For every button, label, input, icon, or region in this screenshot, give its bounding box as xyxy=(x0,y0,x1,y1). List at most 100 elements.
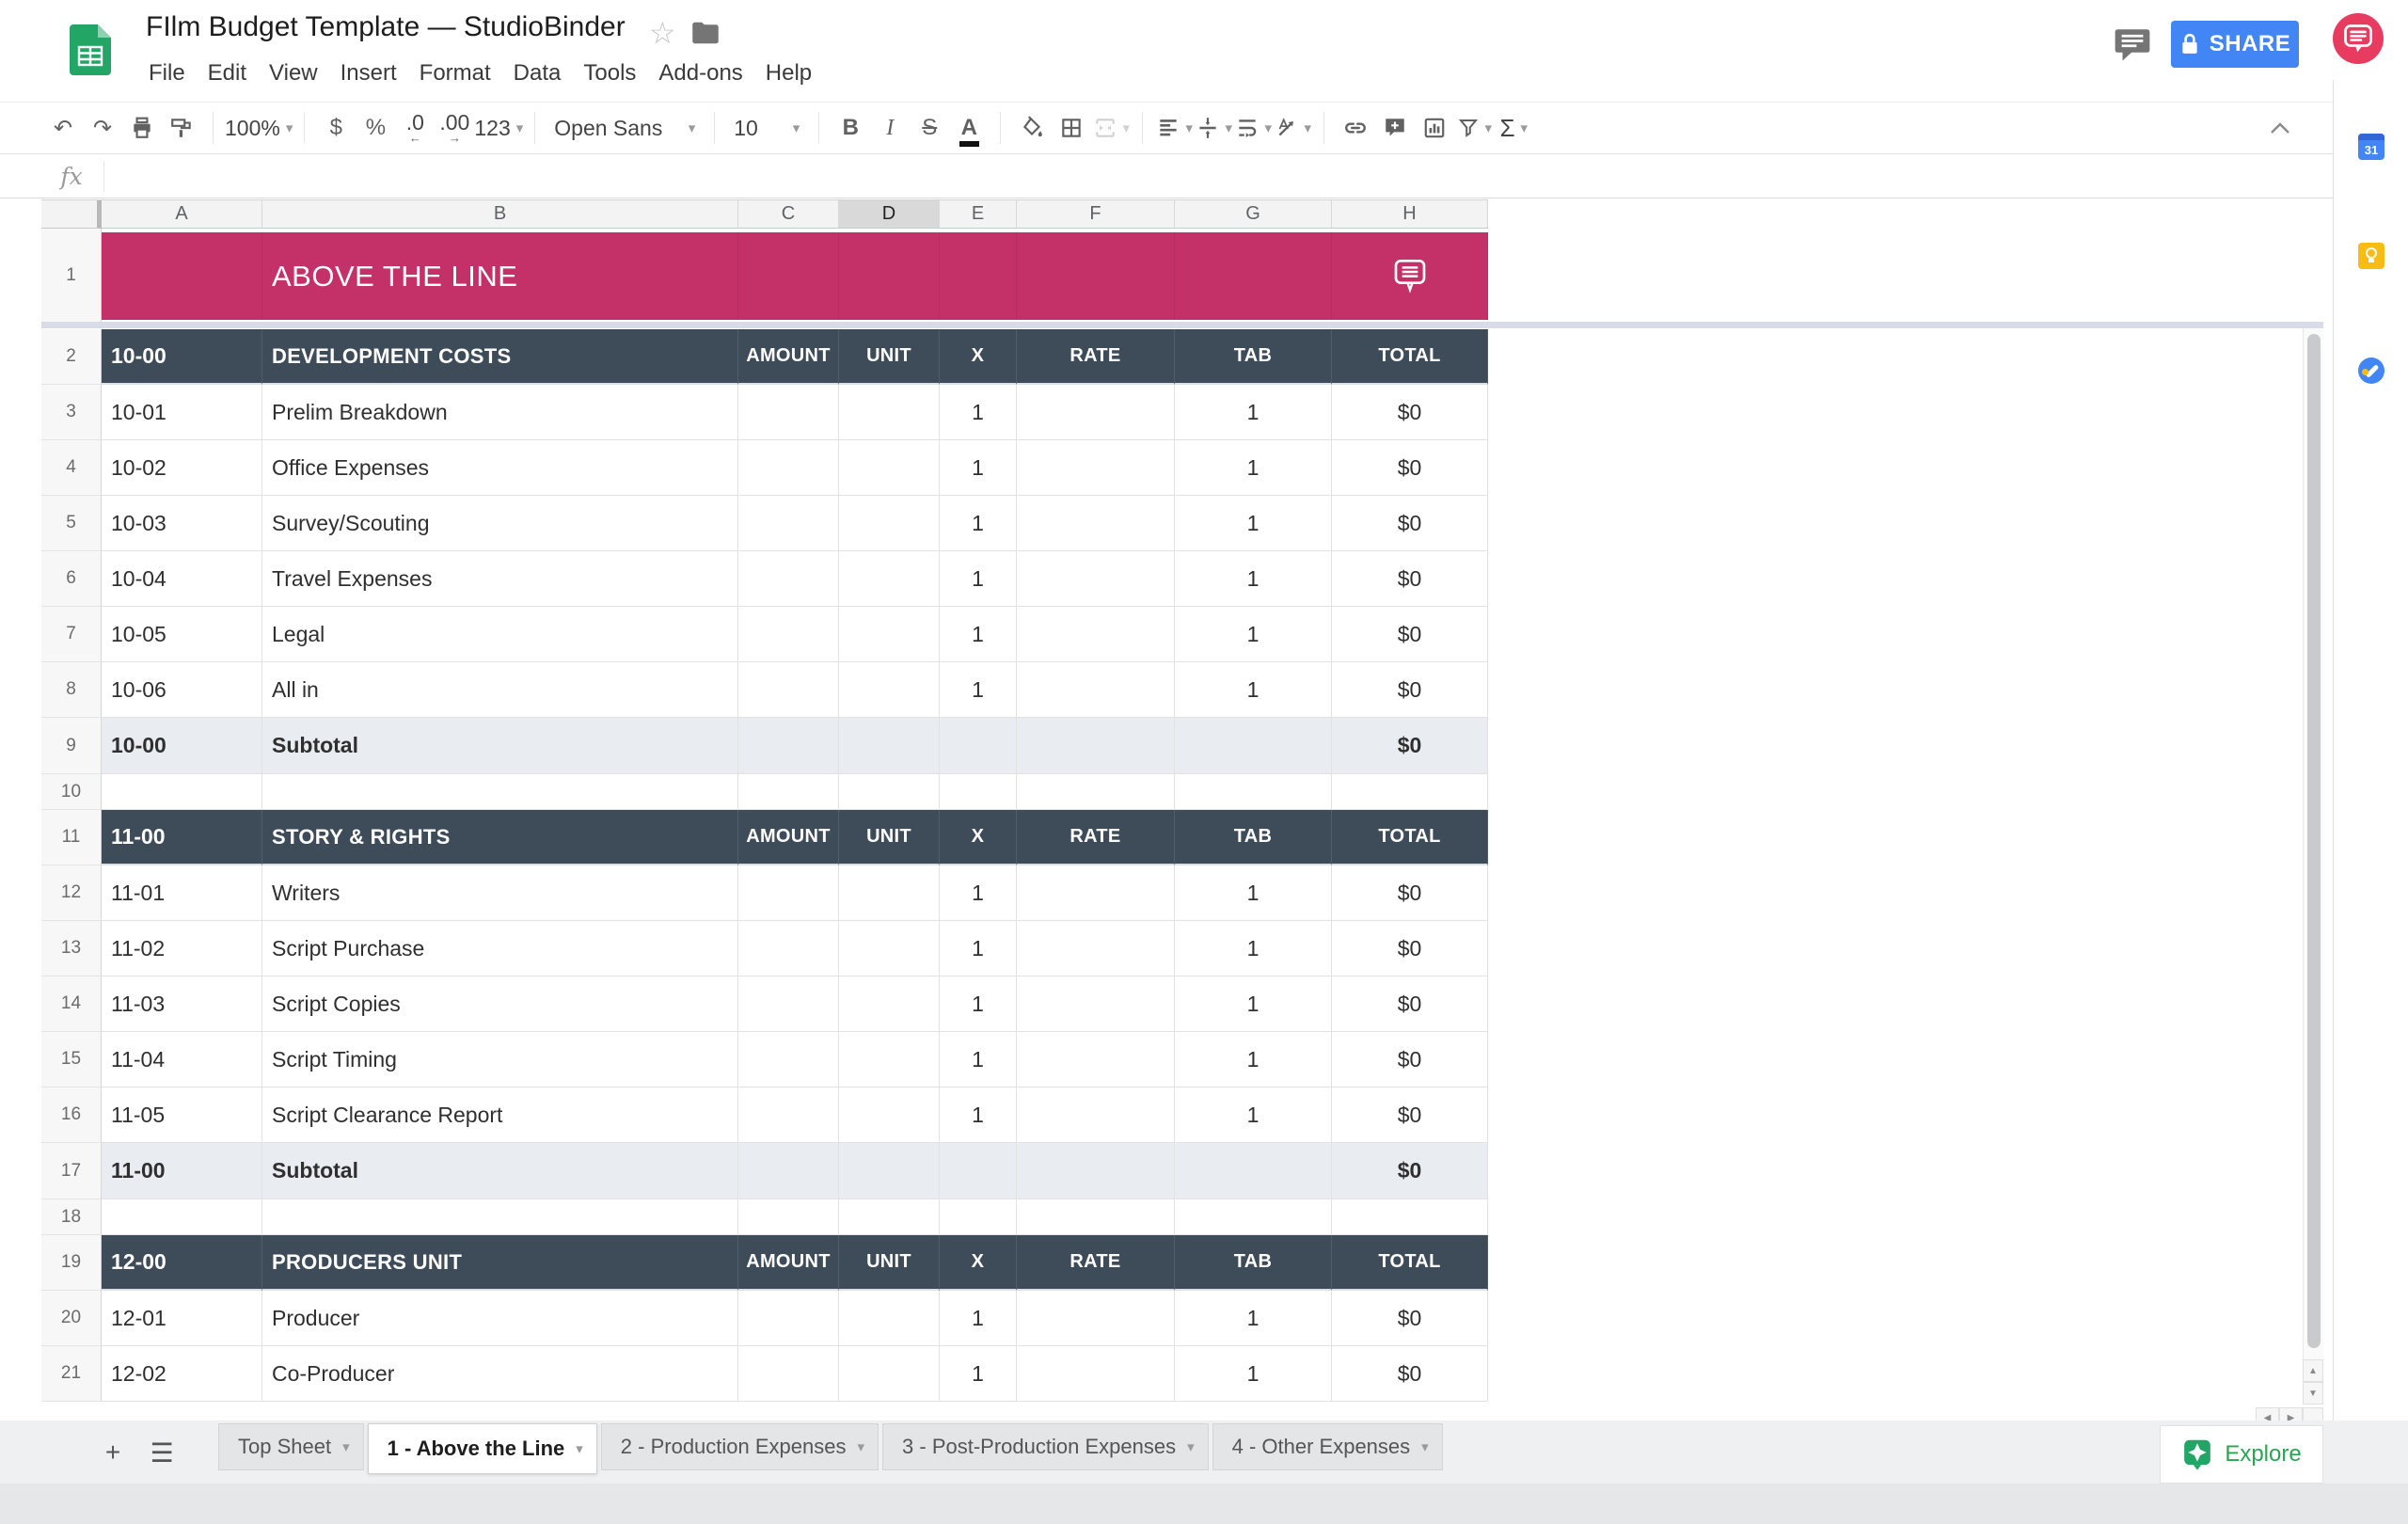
undo-button[interactable]: ↶ xyxy=(43,107,83,149)
scroll-up-button[interactable]: ▲ xyxy=(2303,1359,2323,1382)
add-sheet-button[interactable]: + xyxy=(94,1434,132,1471)
cell[interactable] xyxy=(102,232,262,320)
cell[interactable]: 1 xyxy=(1175,976,1332,1032)
cell[interactable]: 1 xyxy=(940,1087,1017,1143)
cell[interactable]: Co-Producer xyxy=(262,1346,738,1402)
cell[interactable] xyxy=(1017,865,1175,921)
cell[interactable] xyxy=(1332,774,1488,810)
format-percent-button[interactable]: % xyxy=(356,107,395,149)
formula-input[interactable] xyxy=(113,155,2314,198)
cell[interactable] xyxy=(839,551,940,607)
cell[interactable]: All in xyxy=(262,662,738,718)
vertical-align-button[interactable]: ▾ xyxy=(1194,107,1233,149)
sheet-tab-3-post-production-expenses[interactable]: 3 - Post-Production Expenses▾ xyxy=(882,1423,1209,1470)
cell[interactable]: 1 xyxy=(940,496,1017,551)
cell[interactable]: $0 xyxy=(1332,1087,1488,1143)
sheet-tab-top-sheet[interactable]: Top Sheet▾ xyxy=(218,1423,364,1470)
cell[interactable]: 1 xyxy=(1175,1087,1332,1143)
star-icon[interactable]: ☆ xyxy=(649,15,676,51)
cell[interactable] xyxy=(262,1199,738,1235)
cell[interactable]: 11-01 xyxy=(102,865,262,921)
chevron-down-icon[interactable]: ▾ xyxy=(858,1438,865,1455)
cell[interactable] xyxy=(839,1087,940,1143)
cell[interactable] xyxy=(839,232,940,320)
explore-button[interactable]: Explore xyxy=(2160,1425,2323,1484)
scroll-down-button[interactable]: ▼ xyxy=(2303,1382,2323,1405)
borders-button[interactable] xyxy=(1052,107,1091,149)
cell[interactable]: $0 xyxy=(1332,718,1488,774)
cell[interactable] xyxy=(839,774,940,810)
cell[interactable]: STORY & RIGHTS xyxy=(262,810,738,865)
cell[interactable] xyxy=(738,921,839,976)
zoom-select[interactable]: 100%▾ xyxy=(225,107,293,149)
cell[interactable] xyxy=(738,440,839,496)
frozen-row-divider[interactable] xyxy=(41,322,2323,328)
cell[interactable] xyxy=(102,774,262,810)
cell[interactable] xyxy=(738,1346,839,1402)
cell[interactable] xyxy=(738,1143,839,1199)
cell[interactable]: $0 xyxy=(1332,440,1488,496)
redo-button[interactable]: ↷ xyxy=(83,107,122,149)
move-folder-icon[interactable] xyxy=(691,21,720,50)
menu-data[interactable]: Data xyxy=(502,55,573,92)
cell[interactable] xyxy=(738,662,839,718)
cell[interactable]: $0 xyxy=(1332,976,1488,1032)
chevron-down-icon[interactable]: ▾ xyxy=(342,1438,350,1455)
italic-button[interactable]: I xyxy=(870,107,910,149)
collapse-toolbar-button[interactable] xyxy=(2261,111,2299,145)
cell[interactable] xyxy=(1175,774,1332,810)
font-select[interactable]: Open Sans▾ xyxy=(547,107,703,149)
cell[interactable]: 1 xyxy=(940,1291,1017,1346)
cell[interactable]: $0 xyxy=(1332,496,1488,551)
cell[interactable]: 1 xyxy=(1175,1346,1332,1402)
cell[interactable] xyxy=(738,1087,839,1143)
column-header-D[interactable]: D xyxy=(839,200,940,229)
insert-chart-button[interactable] xyxy=(1415,107,1454,149)
cell[interactable]: $0 xyxy=(1332,607,1488,662)
font-size-select[interactable]: 10▾ xyxy=(726,107,807,149)
select-all-corner[interactable] xyxy=(41,200,102,229)
cell[interactable] xyxy=(102,1199,262,1235)
cell[interactable] xyxy=(839,976,940,1032)
cell[interactable]: Legal xyxy=(262,607,738,662)
row-number[interactable]: 8 xyxy=(41,662,102,718)
row-number[interactable]: 18 xyxy=(41,1199,102,1235)
cell[interactable]: 1 xyxy=(1175,1032,1332,1087)
cell[interactable]: Office Expenses xyxy=(262,440,738,496)
cell[interactable] xyxy=(1017,1087,1175,1143)
cell[interactable]: 10-05 xyxy=(102,607,262,662)
menu-view[interactable]: View xyxy=(258,55,329,92)
cell[interactable] xyxy=(1017,1291,1175,1346)
cell[interactable]: 1 xyxy=(1175,496,1332,551)
merge-cells-button[interactable]: ▾ xyxy=(1091,107,1131,149)
cell[interactable] xyxy=(839,718,940,774)
cell[interactable]: 10-00 xyxy=(102,329,262,385)
cell[interactable]: RATE xyxy=(1017,810,1175,865)
cell[interactable] xyxy=(940,1199,1017,1235)
cell[interactable]: 1 xyxy=(1175,551,1332,607)
cell[interactable] xyxy=(1332,232,1488,320)
menu-tools[interactable]: Tools xyxy=(572,55,647,92)
cell[interactable] xyxy=(1175,1143,1332,1199)
cell[interactable] xyxy=(1017,718,1175,774)
cell[interactable] xyxy=(1017,440,1175,496)
cell[interactable]: Prelim Breakdown xyxy=(262,385,738,440)
cell[interactable] xyxy=(1017,1032,1175,1087)
cell[interactable]: X xyxy=(940,810,1017,865)
cell[interactable] xyxy=(1017,1346,1175,1402)
cell[interactable]: 11-04 xyxy=(102,1032,262,1087)
cell[interactable]: 1 xyxy=(940,551,1017,607)
chevron-down-icon[interactable]: ▾ xyxy=(576,1440,583,1457)
functions-button[interactable]: Σ▾ xyxy=(1494,107,1533,149)
row-number[interactable]: 9 xyxy=(41,718,102,774)
cell[interactable]: Subtotal xyxy=(262,718,738,774)
cell[interactable]: AMOUNT xyxy=(738,810,839,865)
cell[interactable] xyxy=(738,551,839,607)
share-button[interactable]: SHARE xyxy=(2171,21,2299,68)
row-number[interactable]: 6 xyxy=(41,551,102,607)
cell[interactable] xyxy=(1017,774,1175,810)
cell[interactable]: UNIT xyxy=(839,329,940,385)
filter-button[interactable]: ▾ xyxy=(1454,107,1494,149)
cell[interactable]: Writers xyxy=(262,865,738,921)
cell[interactable]: 11-02 xyxy=(102,921,262,976)
